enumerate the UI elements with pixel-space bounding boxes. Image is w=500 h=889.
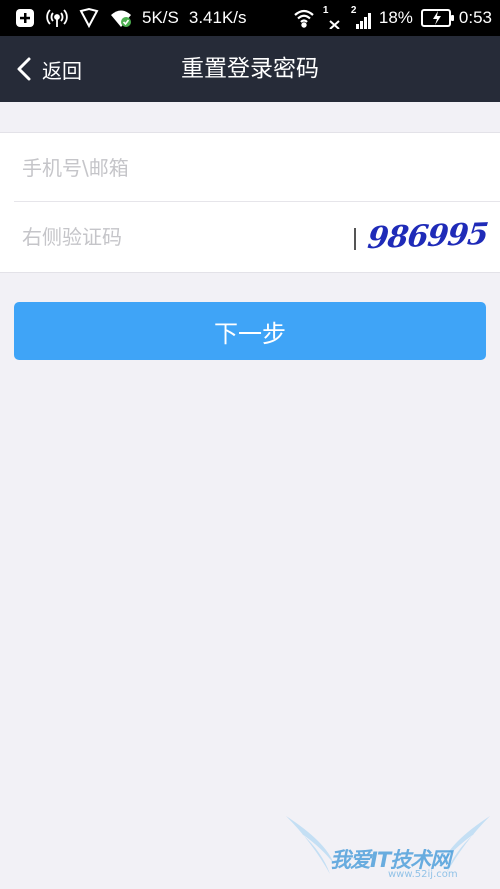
wifi-icon: [293, 7, 315, 29]
clock: 0:53: [458, 8, 492, 27]
captcha-input[interactable]: [22, 202, 342, 271]
back-label: 返回: [42, 58, 82, 83]
captcha-code: 986995: [366, 216, 490, 256]
status-bar: 5K/S 3.41K/s 1 2 18% 0:53: [0, 0, 500, 36]
captcha-row: 986995: [0, 202, 500, 271]
site-watermark: 我爱IT技术网 www.52ij.com: [282, 812, 494, 884]
wifi-check-icon: [110, 7, 132, 29]
hotspot-icon: [46, 7, 68, 29]
network-speed-2: 3.41K/s: [188, 8, 247, 27]
add-notification-icon: [14, 7, 36, 29]
captcha-image[interactable]: 986995: [362, 207, 494, 265]
network-speed-1: 5K/S: [142, 8, 179, 27]
account-input[interactable]: [22, 133, 482, 202]
battery-percent: 18%: [378, 8, 413, 27]
navigation-bar: 返回 重置登录密码: [0, 36, 500, 102]
next-step-button[interactable]: 下一步: [14, 302, 486, 360]
back-button[interactable]: 返回: [14, 36, 82, 102]
chevron-left-icon: [17, 57, 31, 81]
text-cursor: [354, 228, 356, 250]
battery-charging-icon: [420, 9, 454, 27]
account-row: [0, 133, 500, 202]
sim1-no-signal-icon: 1: [323, 5, 343, 29]
watermark-url: www.52ij.com: [388, 869, 458, 880]
vpn-shield-icon: [78, 7, 100, 29]
reset-form: 986995: [0, 132, 500, 273]
sim2-signal-icon: 2: [351, 5, 371, 29]
